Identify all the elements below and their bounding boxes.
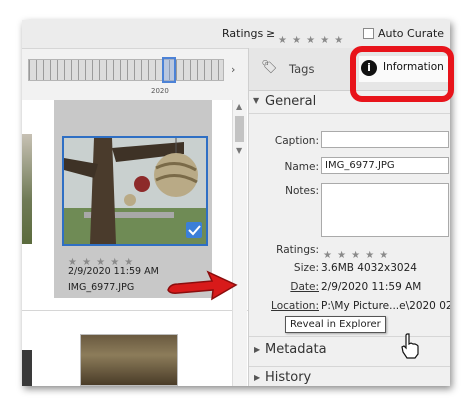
chevron-down-icon: ▼ [253,96,260,105]
chevron-right-icon: ▶ [254,345,261,354]
star-icon[interactable]: ★ [320,35,329,46]
thumbnail-partial[interactable] [22,134,32,244]
name-label: Name: [284,161,319,173]
star-icon[interactable]: ★ [323,250,332,261]
star-icon[interactable]: ★ [379,250,388,261]
caption-field[interactable] [321,131,449,148]
star-icon[interactable]: ★ [292,35,301,46]
thumbnail-filename: IMG_6977.JPG [68,282,135,293]
history-section-header[interactable]: ▶ History [249,370,450,386]
size-label: Size: [293,262,319,274]
ratings-label: Ratings: [276,244,319,256]
timeline-year: 2020 [151,87,169,95]
scroll-down-icon[interactable]: ▼ [236,146,242,155]
size-value: 3.6MB 4032x3024 [321,262,417,274]
tab-tags-label: Tags [289,62,315,76]
star-icon[interactable]: ★ [306,35,315,46]
timeline-bar[interactable] [28,59,224,81]
timeline-strip: 2020 › [22,49,248,101]
thumbnail-partial[interactable] [22,350,32,386]
media-grid: ★ ★ ★ ★ ★ 2/9/2020 11:59 AM IMG_6977.JPG… [22,100,248,386]
star-icon[interactable]: ★ [278,35,287,46]
scroll-up-icon[interactable]: ▲ [236,102,242,111]
hand-cursor-icon [401,333,419,359]
ratings-stars[interactable]: ★ ★ ★ ★ ★ [323,243,388,262]
notes-label: Notes: [285,185,319,197]
metadata-section-label: Metadata [265,342,327,357]
timeline-scrubber[interactable] [162,57,176,83]
star-icon[interactable]: ★ [351,250,360,261]
highlight-box [350,46,454,102]
ratings-filter-label: Ratings [222,27,264,40]
section-divider [249,113,450,114]
scrollbar-thumb[interactable] [235,116,244,142]
chevron-right-icon: ▶ [254,373,261,382]
tag-icon: 🏷︎ [261,60,278,75]
star-icon[interactable]: ★ [365,250,374,261]
auto-curate-label: Auto Curate [378,27,445,40]
grid-scrollbar[interactable]: ▲ ▼ [232,100,247,386]
history-section-label: History [265,370,312,385]
ratings-operator[interactable]: ≥ [266,27,275,40]
date-label[interactable]: Date: [249,281,319,293]
ratings-filter-stars[interactable]: ★ ★ ★ ★ ★ [278,28,343,47]
grid-divider [22,310,248,311]
star-icon[interactable]: ★ [337,250,346,261]
reveal-tooltip: Reveal in Explorer [285,316,386,333]
name-field[interactable]: IMG_6977.JPG [321,157,449,174]
location-value: P:\My Picture...e\2020 02 10\ [321,300,450,312]
thumbnail-image[interactable] [80,334,178,386]
ornament-photo [64,138,206,244]
thumbnail-date: 2/9/2020 11:59 AM [68,266,159,277]
chevron-right-icon[interactable]: › [231,63,235,76]
date-value: 2/9/2020 11:59 AM [321,281,422,293]
caption-label: Caption: [274,135,319,147]
star-icon[interactable]: ★ [334,35,343,46]
top-toolbar: Ratings ≥ ★ ★ ★ ★ ★ Auto Curate [22,20,450,49]
auto-curate-checkbox[interactable] [363,28,374,39]
thumbnail-image[interactable] [62,136,208,246]
red-arrow-icon [167,270,238,301]
general-section-label: General [265,94,317,109]
location-label[interactable]: Location: [249,300,319,312]
notes-field[interactable] [321,183,449,237]
tab-tags[interactable]: 🏷︎ Tags [261,60,361,80]
section-divider [249,366,450,367]
